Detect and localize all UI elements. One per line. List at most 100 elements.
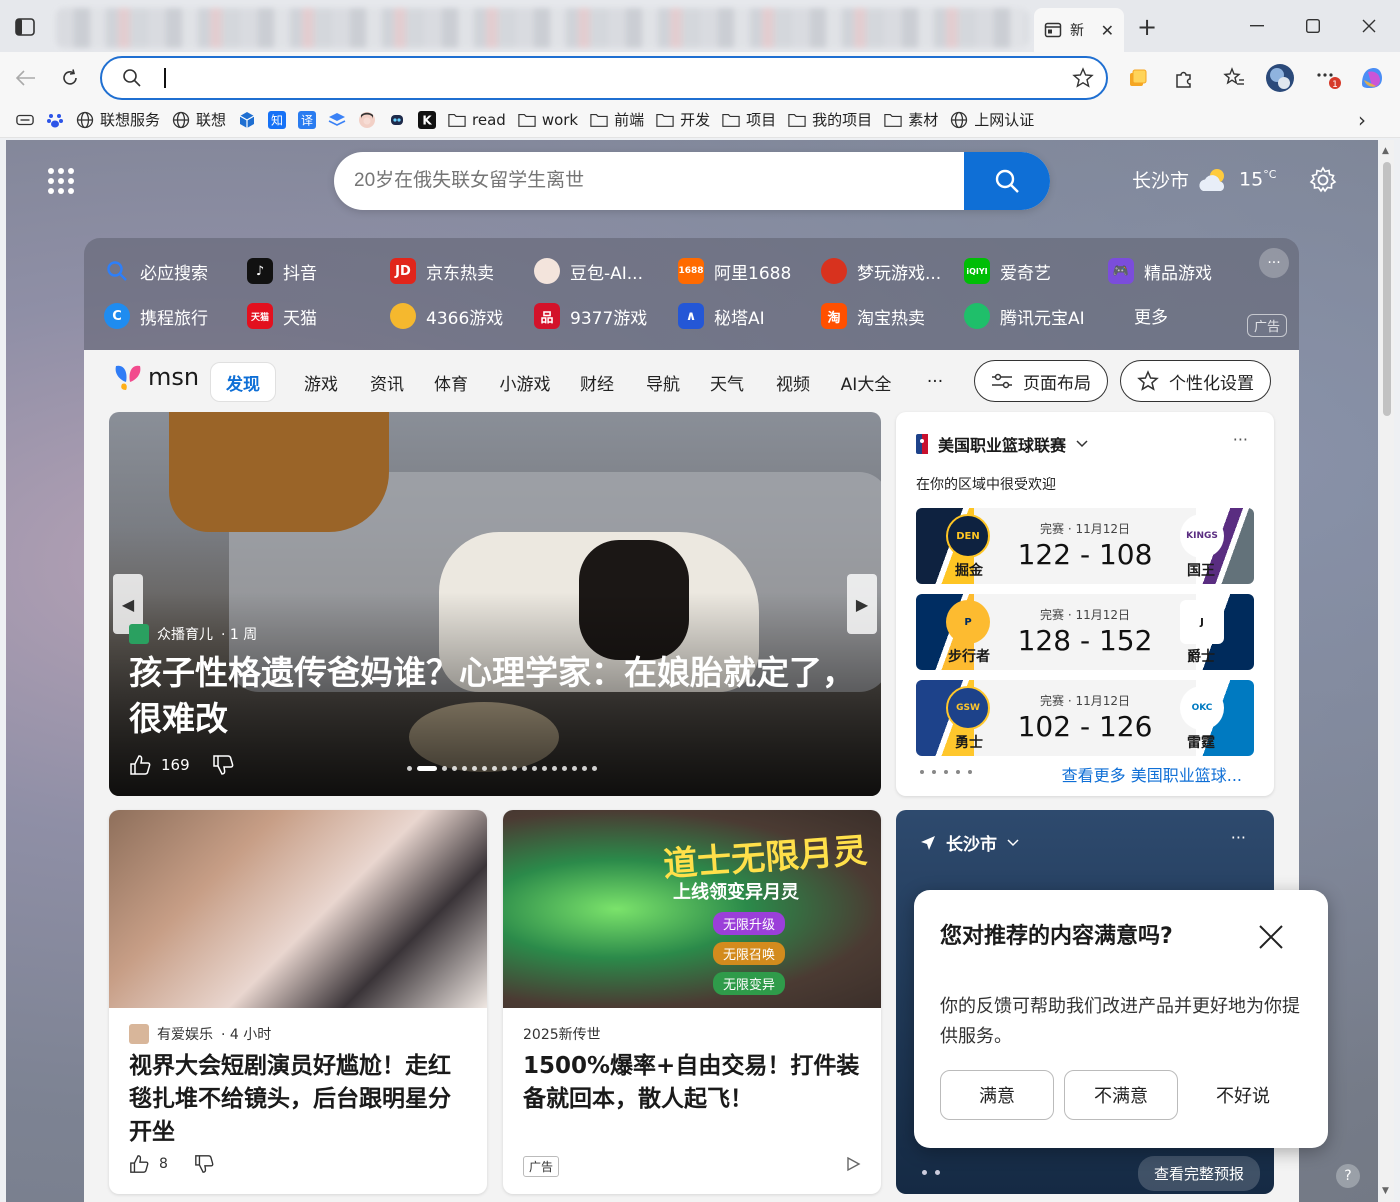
hero-headline[interactable]: 孩子性格遗传爸妈谁？心理学家：在娘胎就定了，很难改	[129, 650, 859, 742]
maximize-button[interactable]	[1290, 10, 1336, 42]
tab-actions-icon[interactable]	[10, 14, 40, 40]
quicklink-mengwan[interactable]: 梦玩游戏...	[821, 258, 941, 284]
full-forecast-button[interactable]: 查看完整预报	[1137, 1156, 1260, 1191]
address-bar[interactable]	[100, 56, 1108, 100]
bookmark-avatar[interactable]	[352, 106, 382, 134]
quicklink-ctrip[interactable]: C 携程旅行	[104, 303, 208, 329]
favorites-icon[interactable]	[1218, 62, 1250, 94]
quicklink-yuanbao[interactable]: 腾讯元宝AI	[964, 303, 1085, 329]
thumbs-down-icon[interactable]	[212, 754, 234, 776]
collections-icon[interactable]	[1122, 62, 1154, 94]
extensions-icon[interactable]	[1168, 62, 1200, 94]
bookmark-robot[interactable]	[382, 106, 412, 134]
bookmarks-overflow-chevron-icon[interactable]: ›	[1358, 108, 1366, 132]
quicklink-doubao[interactable]: 豆包-AI...	[534, 258, 643, 284]
active-tab[interactable]: 新 ✕	[1034, 8, 1124, 52]
help-icon[interactable]: ?	[1336, 1164, 1360, 1188]
settings-more-icon[interactable]: 1	[1310, 62, 1342, 94]
card-options-icon[interactable]: ···	[1233, 430, 1248, 449]
msn-logo[interactable]: msn	[112, 362, 199, 392]
bookmark-folder-my-projects[interactable]: 我的项目	[782, 106, 878, 134]
card-options-icon[interactable]: ···	[1231, 828, 1246, 847]
app-launcher-icon[interactable]	[48, 168, 74, 194]
tab-discover[interactable]: 发现	[210, 362, 276, 402]
quicklink-iqiyi[interactable]: iQIYI 爱奇艺	[964, 258, 1051, 284]
bookmark-net-auth[interactable]: 上网认证	[944, 106, 1040, 134]
article-headline[interactable]: 视界大会短剧演员好尴尬！走红毯扎堆不给镜头，后台跟明星分开坐	[129, 1050, 469, 1149]
bookmark-folder-dev[interactable]: 开发	[650, 106, 716, 134]
refresh-button[interactable]	[54, 62, 86, 94]
page-scrollbar[interactable]: ▲ ▼	[1380, 140, 1394, 1202]
see-more-nba-link[interactable]: 查看更多 美国职业篮球...	[1062, 762, 1242, 786]
quicklink-tmall[interactable]: 天猫 天猫	[247, 303, 317, 329]
page-settings-gear-icon[interactable]	[1309, 166, 1339, 196]
bookmark-cube[interactable]	[232, 106, 262, 134]
quicklink-douyin[interactable]: ♪ 抖音	[247, 258, 317, 284]
weather-summary[interactable]: 长沙市 15°C	[1132, 166, 1276, 193]
quicklink-bing[interactable]: 必应搜索	[104, 258, 208, 284]
unsatisfied-button[interactable]: 不满意	[1064, 1070, 1178, 1120]
bookmark-folder-frontend[interactable]: 前端	[584, 106, 650, 134]
tab-news[interactable]: 资讯	[364, 362, 410, 402]
web-search-input[interactable]	[354, 166, 954, 196]
tab-finance[interactable]: 财经	[574, 362, 620, 402]
sponsored-card[interactable]: 道士无限月灵 上线领变异月灵 无限升级 无限召唤 无限变异 2025新传世 15…	[503, 810, 881, 1194]
article-card[interactable]: 有爱娱乐 · 4 小时 视界大会短剧演员好尴尬！走红毯扎堆不给镜头，后台跟明星分…	[109, 810, 487, 1194]
tab-ai-collection[interactable]: AI大全	[836, 362, 896, 402]
bookmark-folder-projects[interactable]: 项目	[716, 106, 782, 134]
quicklink-jd[interactable]: JD 京东热卖	[390, 258, 494, 284]
tab-mini-games[interactable]: 小游戏	[494, 362, 556, 402]
quicklink-taobao[interactable]: 淘淘宝热卖	[821, 303, 925, 329]
close-window-button[interactable]	[1346, 10, 1392, 42]
page-layout-button[interactable]: 页面布局	[974, 360, 1108, 402]
minimize-button[interactable]	[1234, 10, 1280, 42]
game-row[interactable]: GSW OKC 勇士 雷霆 完赛 · 11月12日 102 - 126	[916, 680, 1254, 756]
not-sure-button[interactable]: 不好说	[1216, 1082, 1270, 1108]
hero-article-card[interactable]: ◀ ▶ 众播育儿 · 1 周 孩子性格遗传爸妈谁？心理学家：在娘胎就定了，很难改…	[109, 412, 881, 796]
ad-choices-play-icon[interactable]	[845, 1156, 861, 1172]
bookmark-folder-assets[interactable]: 素材	[878, 106, 944, 134]
thumbs-up-icon[interactable]	[129, 754, 151, 776]
scroll-down-arrow-icon[interactable]: ▼	[1382, 1186, 1389, 1196]
bookmark-k[interactable]: K	[412, 106, 442, 134]
quicklink-9377[interactable]: 品 9377游戏	[534, 303, 647, 329]
game-row[interactable]: P J 步行者 爵士 完赛 · 11月12日 128 - 152	[916, 594, 1254, 670]
bookmark-reading-list[interactable]	[10, 106, 40, 134]
search-submit-button[interactable]	[964, 152, 1050, 210]
satisfied-button[interactable]: 满意	[940, 1070, 1054, 1120]
copilot-icon[interactable]	[1356, 62, 1388, 94]
nba-card-header[interactable]: 美国职业篮球联赛	[916, 432, 1088, 456]
quicklink-1688[interactable]: 1688 阿里1688	[678, 258, 791, 284]
scroll-up-arrow-icon[interactable]: ▲	[1382, 146, 1389, 156]
back-button[interactable]	[10, 62, 42, 94]
personalize-button[interactable]: 个性化设置	[1120, 360, 1271, 402]
quicklink-4366[interactable]: 4366游戏	[390, 303, 503, 329]
favorite-star-icon[interactable]	[1072, 67, 1094, 89]
bookmark-lenovo-service[interactable]: 联想服务	[70, 106, 166, 134]
bookmark-lenovo[interactable]: 联想	[166, 106, 232, 134]
bookmark-folder-read[interactable]: read	[442, 106, 512, 134]
tab-navigation[interactable]: 导航	[640, 362, 686, 402]
close-tab-icon[interactable]: ✕	[1101, 21, 1114, 40]
inactive-tabs-blurred[interactable]	[56, 8, 1028, 48]
bookmark-folder-work[interactable]: work	[512, 106, 584, 134]
ad-headline[interactable]: 1500%爆率+自由交易！打件装备就回本，散人起飞！	[523, 1050, 863, 1116]
scrollbar-thumb[interactable]	[1383, 162, 1391, 416]
web-search-box[interactable]	[334, 152, 1050, 210]
weather-card-header[interactable]: 长沙市	[920, 830, 1019, 855]
profile-avatar-icon[interactable]	[1264, 62, 1296, 94]
game-row[interactable]: DEN KINGS 掘金 国王 完赛 · 11月12日 122 - 108	[916, 508, 1254, 584]
new-tab-button[interactable]: +	[1132, 12, 1162, 42]
quicklink-metaso[interactable]: ∧ 秘塔AI	[678, 303, 765, 329]
close-icon[interactable]	[1258, 924, 1284, 950]
thumbs-down-icon[interactable]	[194, 1154, 214, 1174]
tab-sports[interactable]: 体育	[428, 362, 474, 402]
bookmark-baidu[interactable]	[40, 106, 70, 134]
carousel-next-button[interactable]: ▶	[847, 574, 877, 634]
tab-games[interactable]: 游戏	[298, 362, 344, 402]
tab-weather[interactable]: 天气	[704, 362, 750, 402]
bookmark-zhihu[interactable]: 知	[262, 106, 292, 134]
quicklinks-options-icon[interactable]: ···	[1259, 248, 1289, 278]
bookmark-layers[interactable]	[322, 106, 352, 134]
bookmark-translate[interactable]: 译	[292, 106, 322, 134]
